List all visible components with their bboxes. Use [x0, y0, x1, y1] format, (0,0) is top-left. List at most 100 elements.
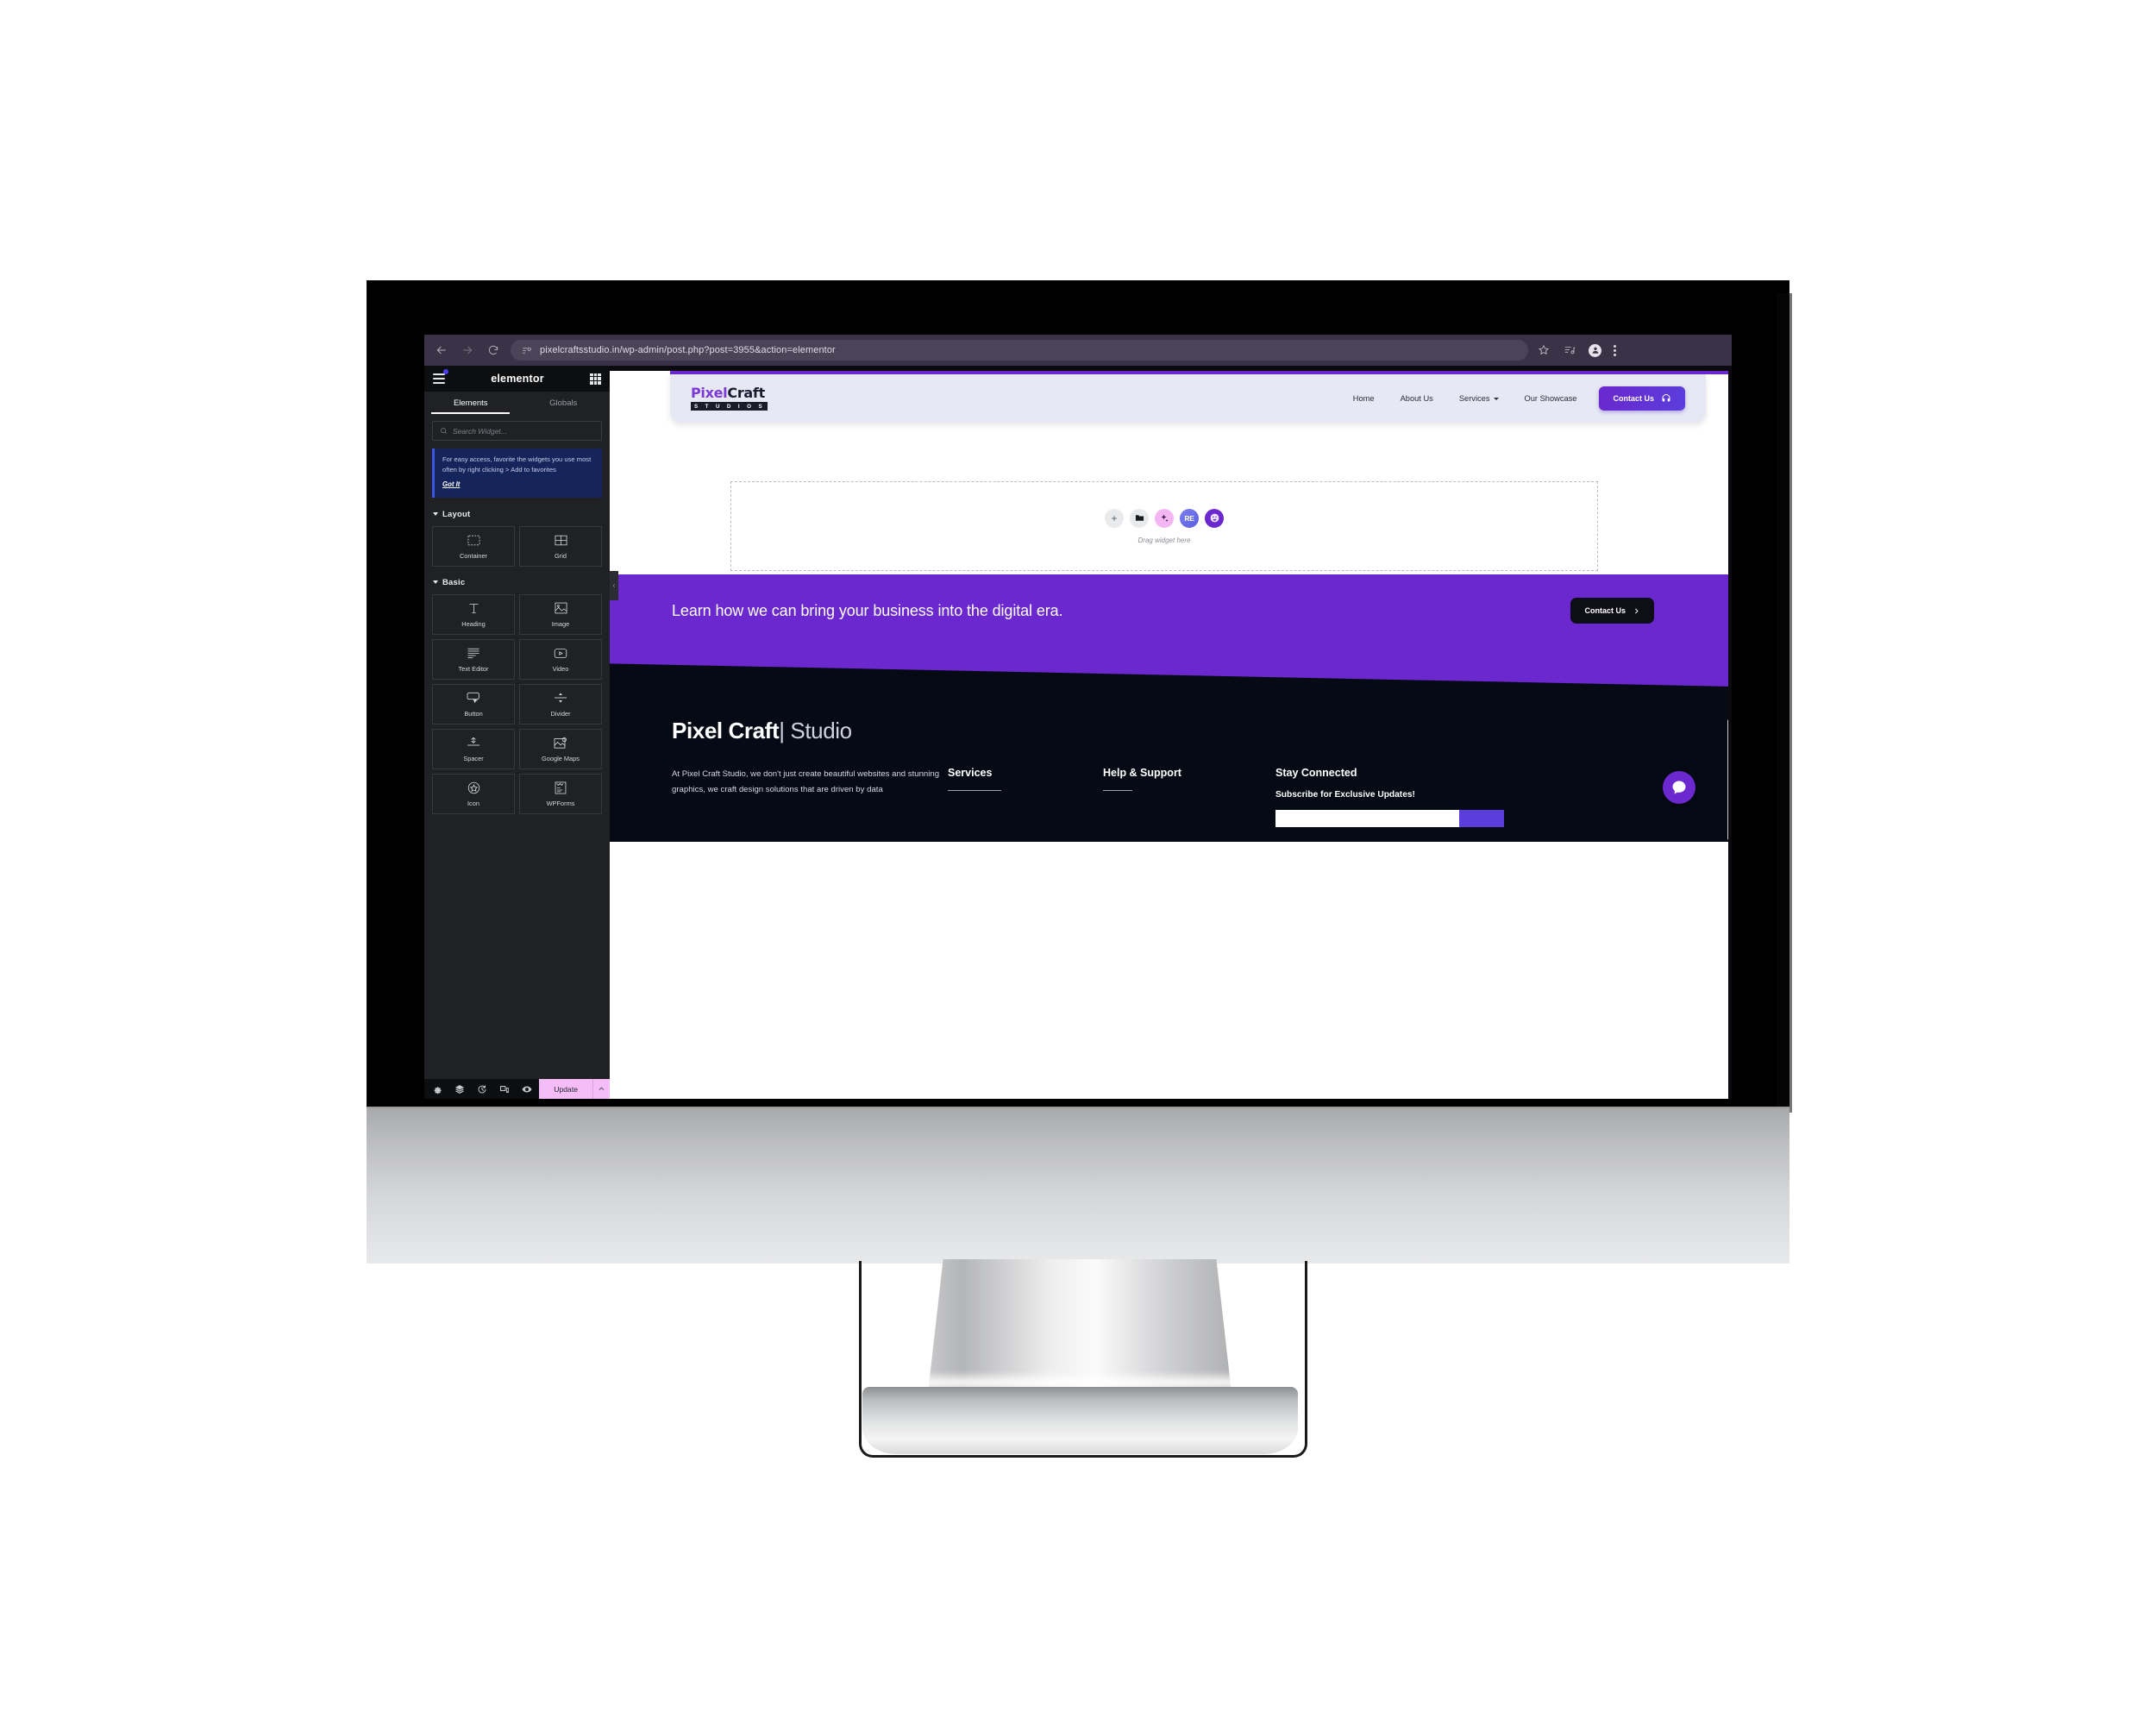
update-options-caret-icon[interactable] — [592, 1079, 610, 1099]
site-logo-part2: Craft — [727, 385, 765, 401]
preview-icon[interactable] — [521, 1083, 532, 1095]
dropzone-action-icons: RE — [1105, 508, 1224, 528]
text-editor-icon — [467, 646, 480, 661]
widget-icon[interactable]: Icon — [432, 773, 515, 814]
widget-dropzone[interactable]: RE Drag widget here — [730, 481, 1598, 571]
ai-sparkle-icon[interactable] — [1155, 508, 1174, 528]
settings-icon[interactable] — [431, 1083, 442, 1095]
subscribe-form — [1275, 810, 1504, 827]
layout-widget-grid: Container Grid — [432, 525, 602, 567]
add-widget-icon[interactable] — [1105, 508, 1124, 528]
widget-button[interactable]: Button — [432, 683, 515, 724]
site-logo-part1: Pixel — [691, 385, 728, 401]
widget-wpforms[interactable]: WPForms — [519, 773, 602, 814]
nav-item-about-us[interactable]: About Us — [1401, 394, 1433, 403]
widget-video[interactable]: Video — [519, 638, 602, 680]
site-info-icon[interactable] — [521, 345, 532, 356]
footer-heading-help: Help & Support — [1103, 767, 1181, 779]
section-title-layout[interactable]: Layout — [433, 510, 602, 519]
widget-divider[interactable]: Divider — [519, 683, 602, 724]
tab-elements[interactable]: Elements — [424, 392, 517, 414]
back-icon[interactable] — [435, 343, 448, 357]
grid-icon — [555, 533, 567, 548]
search-widget-placeholder: Search Widget... — [453, 426, 507, 436]
address-bar[interactable]: pixelcraftsstudio.in/wp-admin/post.php?p… — [511, 340, 1528, 361]
widget-heading[interactable]: Heading — [432, 593, 515, 635]
cta-band: Learn how we can bring your business int… — [610, 574, 1732, 647]
site-header-zone: PixelCraft S T U D I O S Home About Us S… — [610, 371, 1732, 574]
favorites-notice-text: For easy access, favorite the widgets yo… — [442, 455, 592, 474]
bookmark-star-icon[interactable] — [1537, 343, 1551, 357]
footer-column-stay-connected: Stay Connected Subscribe for Exclusive U… — [1275, 767, 1670, 827]
browser-toolbar: pixelcraftsstudio.in/wp-admin/post.php?p… — [424, 335, 1732, 366]
chrome-menu-icon[interactable] — [1614, 344, 1616, 356]
widget-container-label: Container — [459, 551, 488, 560]
reload-icon[interactable] — [486, 343, 500, 357]
basic-widget-grid: Heading Image Text Editor Video Button D… — [432, 593, 602, 814]
nav-label-our-showcase: Our Showcase — [1524, 394, 1577, 403]
monitor-screen: pixelcraftsstudio.in/wp-admin/post.php?p… — [424, 335, 1732, 1099]
header-contact-us-button[interactable]: Contact Us — [1599, 386, 1685, 411]
nav-item-our-showcase[interactable]: Our Showcase — [1525, 394, 1577, 403]
panel-footer: Update — [424, 1079, 610, 1099]
widget-text-editor-label: Text Editor — [458, 664, 489, 673]
subscribe-submit-button[interactable] — [1459, 810, 1504, 827]
site-footer: Pixel Craft| Studio At Pixel Craft Studi… — [610, 687, 1732, 842]
widget-grid[interactable]: Grid — [519, 525, 602, 567]
hamburger-menu-icon[interactable] — [433, 369, 448, 384]
widget-spacer[interactable]: Spacer — [432, 728, 515, 769]
subscribe-title: Subscribe for Exclusive Updates! — [1275, 790, 1415, 800]
footer-rule — [1103, 790, 1132, 792]
widget-video-label: Video — [552, 664, 569, 673]
monitor-bezel-shadow — [1777, 293, 1792, 1113]
site-nav: Home About Us Services Our Showcase — [1353, 394, 1577, 403]
favorites-notice: For easy access, favorite the widgets yo… — [432, 448, 602, 498]
avatar-widget-icon[interactable] — [1205, 508, 1224, 528]
search-widget-input[interactable]: Search Widget... — [432, 421, 602, 441]
footer-columns: At Pixel Craft Studio, we don't just cre… — [672, 767, 1670, 827]
site-logo[interactable]: PixelCraft S T U D I O S — [691, 386, 768, 411]
forward-icon[interactable] — [461, 343, 474, 357]
reading-list-icon[interactable] — [1563, 343, 1576, 357]
dropzone-label: Drag widget here — [1138, 536, 1191, 544]
responsive-icon[interactable] — [498, 1083, 510, 1095]
update-button[interactable]: Update — [539, 1079, 592, 1099]
notification-dot-icon — [443, 369, 448, 374]
cta-contact-us-button[interactable]: Contact Us — [1570, 598, 1654, 624]
widget-text-editor[interactable]: Text Editor — [432, 638, 515, 680]
got-it-link[interactable]: Got It — [442, 480, 460, 488]
chat-bubble-icon[interactable] — [1663, 771, 1695, 804]
panel-collapse-button[interactable] — [610, 571, 618, 600]
container-icon — [467, 533, 480, 548]
profile-avatar-icon[interactable] — [1589, 343, 1601, 357]
update-button-group: Update — [539, 1079, 610, 1099]
layers-icon[interactable] — [454, 1083, 465, 1095]
structure-grid-icon[interactable] — [589, 373, 601, 385]
widget-google-maps[interactable]: Google Maps — [519, 728, 602, 769]
chevron-down-icon — [433, 580, 438, 585]
url-text: pixelcraftsstudio.in/wp-admin/post.php?p… — [540, 345, 836, 355]
widget-heading-label: Heading — [461, 619, 486, 628]
widget-container[interactable]: Container — [432, 525, 515, 567]
royal-elementor-icon[interactable]: RE — [1180, 508, 1199, 528]
headset-icon — [1662, 394, 1670, 402]
divider-icon — [554, 691, 567, 706]
browser-nav-buttons — [435, 343, 500, 357]
folder-icon[interactable] — [1130, 508, 1149, 528]
widget-image[interactable]: Image — [519, 593, 602, 635]
chevron-down-icon — [433, 512, 438, 517]
tab-globals[interactable]: Globals — [517, 392, 611, 414]
heading-icon — [467, 601, 480, 616]
history-icon[interactable] — [476, 1083, 487, 1095]
nav-item-home[interactable]: Home — [1353, 394, 1375, 403]
nav-item-services[interactable]: Services — [1459, 394, 1499, 403]
browser-toolbar-right — [1537, 343, 1616, 357]
nav-label-home: Home — [1352, 394, 1375, 403]
section-title-basic[interactable]: Basic — [433, 578, 602, 587]
widget-icon-label: Icon — [467, 799, 479, 807]
site-logo-subtitle: S T U D I O S — [691, 402, 768, 411]
star-icon — [467, 781, 480, 795]
subscribe-email-input[interactable] — [1275, 810, 1459, 827]
widget-google-maps-label: Google Maps — [542, 754, 580, 762]
video-icon — [554, 646, 567, 661]
